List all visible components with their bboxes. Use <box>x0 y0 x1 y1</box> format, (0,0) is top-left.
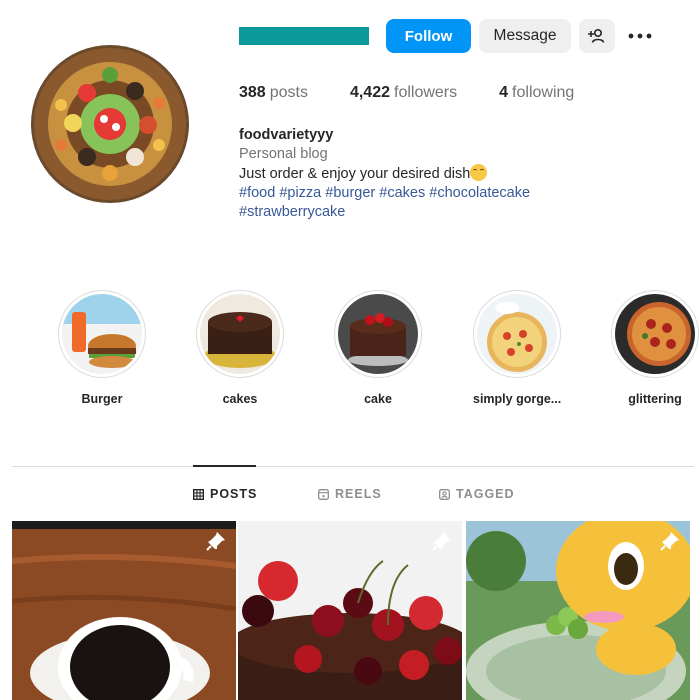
highlight-label: Burger <box>81 392 123 406</box>
tab-tagged[interactable]: TAGGED <box>439 487 515 501</box>
highlight-ring <box>473 290 561 378</box>
profile-category: Personal blog <box>239 146 328 162</box>
posts-label: posts <box>269 84 308 101</box>
pinned-icon <box>432 532 451 551</box>
hashtag-link[interactable]: #burger <box>325 185 375 201</box>
more-options-button[interactable] <box>624 19 656 53</box>
posts-stat: 388 posts <box>239 84 308 102</box>
avatar-image <box>31 45 189 203</box>
highlight-label: cakes <box>222 392 258 406</box>
tab-reels[interactable]: REELS <box>318 487 382 501</box>
suggest-user-button[interactable] <box>579 19 615 53</box>
pinned-icon <box>206 532 225 551</box>
highlight-image <box>62 294 142 374</box>
followers-count: 4,422 <box>349 84 390 101</box>
hashtag-link[interactable]: #pizza <box>279 185 321 201</box>
pepperoni-pizza-thumbnail <box>615 294 695 374</box>
hashtag-link[interactable]: #food <box>239 185 275 201</box>
yellow-character-image <box>466 521 690 700</box>
chocolate-cake-thumbnail <box>200 294 280 374</box>
tab-posts[interactable]: POSTS <box>193 487 257 501</box>
highlight-label: simply gorge... <box>473 392 562 406</box>
bio-text-content: Just order & enjoy your desired dish <box>239 166 471 182</box>
post-tile[interactable] <box>238 521 462 700</box>
cherry-cake-thumbnail <box>338 294 418 374</box>
story-highlight-glittering[interactable]: glittering <box>611 290 699 406</box>
grid-icon <box>193 488 204 500</box>
more-icon <box>628 33 652 39</box>
followers-stat[interactable]: 4,422 followers <box>350 84 457 102</box>
post-tile[interactable] <box>12 521 236 700</box>
follow-button[interactable]: Follow <box>386 19 471 53</box>
coffee-cup-image <box>12 521 236 700</box>
following-stat[interactable]: 4 following <box>499 84 574 102</box>
burger-thumbnail <box>62 294 142 374</box>
posts-count: 388 <box>239 84 266 101</box>
reels-icon <box>318 488 329 500</box>
hashtags-line-1: #food #pizza #burger #cakes #chocolateca… <box>239 184 530 203</box>
pinned-icon <box>660 532 679 551</box>
highlight-ring <box>334 290 422 378</box>
tagged-icon <box>439 488 450 500</box>
add-user-icon <box>588 28 605 43</box>
profile-avatar[interactable] <box>31 45 189 203</box>
smiling-face-icon <box>470 164 488 181</box>
story-highlight-burger[interactable]: Burger <box>58 290 146 406</box>
highlight-image <box>615 294 695 374</box>
highlight-image <box>338 294 418 374</box>
tabs-divider <box>12 466 694 467</box>
bio-text: Just order & enjoy your desired dish <box>239 164 530 184</box>
cherry-chocolate-cake-image <box>238 521 462 700</box>
profile-name: foodvarietyyy <box>239 127 334 143</box>
story-highlight-cakes[interactable]: cakes <box>196 290 284 406</box>
hashtags-line-2: #strawberrycake <box>239 203 530 222</box>
username-redacted-bar <box>239 27 369 45</box>
story-highlight-cake[interactable]: cake <box>334 290 422 406</box>
tab-reels-label: REELS <box>335 487 382 501</box>
highlight-label: glittering <box>628 392 682 406</box>
followers-label: followers <box>394 84 458 101</box>
hashtag-link[interactable]: #cakes <box>379 185 425 201</box>
following-count: 4 <box>499 84 509 101</box>
hashtag-link[interactable]: #strawberrycake <box>239 204 345 220</box>
post-tile[interactable] <box>466 521 690 700</box>
highlight-image <box>477 294 557 374</box>
highlight-ring <box>58 290 146 378</box>
following-label: following <box>512 84 575 101</box>
highlight-ring <box>196 290 284 378</box>
profile-bio: foodvarietyyy Personal blog Just order &… <box>239 126 530 222</box>
tab-posts-label: POSTS <box>210 487 258 501</box>
highlight-ring <box>611 290 699 378</box>
highlight-label: cake <box>364 392 392 406</box>
message-button[interactable]: Message <box>479 19 571 53</box>
profile-stats: 388 posts 4,422 followers 4 following <box>239 84 574 102</box>
active-tab-indicator <box>193 465 256 467</box>
pizza-thumbnail <box>477 294 557 374</box>
story-highlight-simply-gorgeous[interactable]: simply gorge... <box>473 290 561 406</box>
tab-tagged-label: TAGGED <box>456 487 515 501</box>
highlight-image <box>200 294 280 374</box>
hashtag-link[interactable]: #chocolatecake <box>429 185 530 201</box>
